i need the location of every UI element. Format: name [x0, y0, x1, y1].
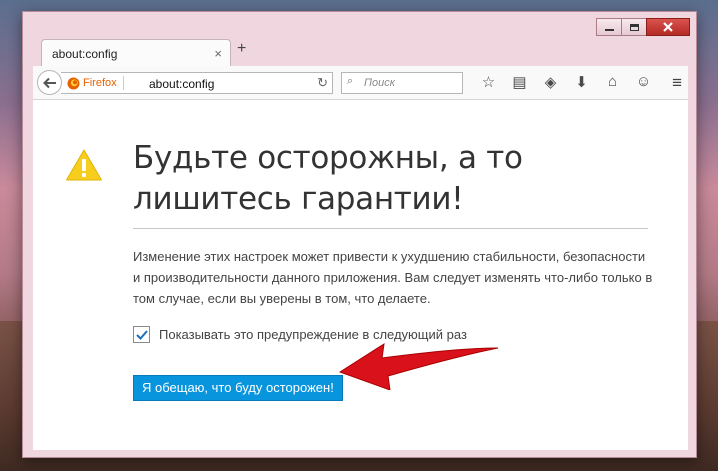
- checkmark-icon: [135, 329, 148, 340]
- show-warning-checkbox[interactable]: [133, 326, 150, 343]
- browser-window: about:config × + Firefox about:config ↻ …: [22, 11, 697, 458]
- home-icon[interactable]: ⌂: [597, 73, 628, 91]
- reading-list-icon[interactable]: ▤: [504, 73, 535, 91]
- url-bar[interactable]: Firefox about:config ↻: [61, 72, 333, 94]
- reload-icon[interactable]: ↻: [317, 75, 328, 91]
- warning-icon: [66, 149, 102, 181]
- firefox-logo-icon: [67, 77, 80, 89]
- search-input[interactable]: ⌕ Поиск: [341, 72, 463, 94]
- identity-separator: [122, 76, 124, 90]
- smiley-icon[interactable]: ☺: [628, 73, 659, 91]
- back-arrow-icon: [42, 77, 56, 88]
- navigation-toolbar: Firefox about:config ↻ ⌕ Поиск ☆ ▤ ◈ ⬇ ⌂…: [33, 66, 688, 100]
- close-icon: [663, 22, 673, 32]
- warning-description: Изменение этих настроек может привести к…: [133, 249, 653, 306]
- identity-label: Firefox: [83, 77, 117, 89]
- accept-risk-button[interactable]: Я обещаю, что буду осторожен!: [133, 375, 343, 401]
- title-divider: [133, 228, 648, 229]
- identity-box[interactable]: Firefox: [67, 76, 130, 90]
- tab-about-config[interactable]: about:config ×: [41, 39, 231, 67]
- minimize-icon: [604, 29, 614, 31]
- tab-title: about:config: [52, 47, 118, 61]
- new-tab-button[interactable]: +: [237, 40, 246, 58]
- hamburger-menu-icon[interactable]: ≡: [672, 73, 682, 93]
- tab-close-icon[interactable]: ×: [214, 46, 222, 61]
- maximize-icon: [629, 23, 639, 31]
- toolbar-buttons: ☆ ▤ ◈ ⬇ ⌂ ☺: [473, 73, 659, 91]
- bookmark-star-icon[interactable]: ☆: [473, 73, 504, 91]
- back-button[interactable]: [37, 70, 62, 95]
- red-arrow-annotation: [338, 342, 499, 390]
- url-text: about:config: [149, 77, 215, 91]
- page-title: Будьте осторожны, а то лишитесь гарантии…: [133, 140, 523, 217]
- page-content: Будьте осторожны, а то лишитесь гарантии…: [33, 100, 688, 450]
- search-icon: ⌕: [347, 75, 354, 87]
- search-placeholder: Поиск: [364, 77, 395, 89]
- download-icon[interactable]: ⬇: [566, 73, 597, 91]
- pocket-icon[interactable]: ◈: [535, 73, 566, 91]
- tab-strip: about:config × +: [33, 34, 686, 67]
